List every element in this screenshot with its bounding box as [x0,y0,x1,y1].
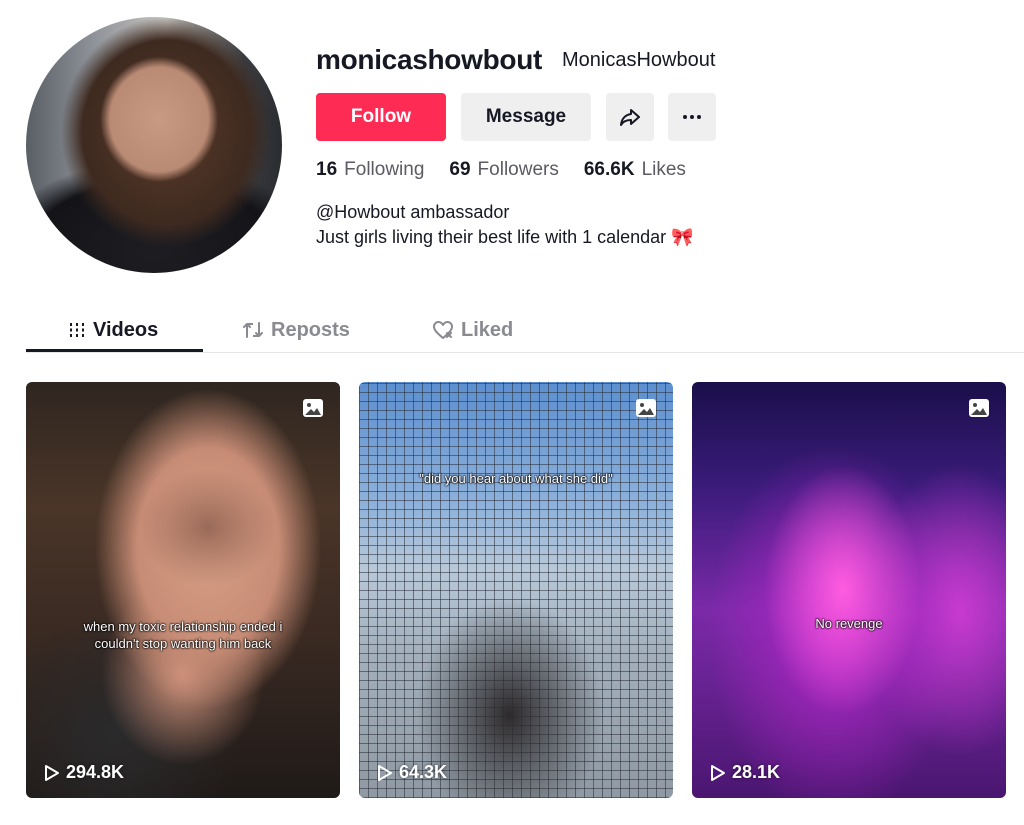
bio-line: @Howbout ambassador [316,202,510,222]
tab-label: Videos [93,318,159,341]
photo-icon [969,399,989,417]
tab-label: Liked [461,318,514,341]
view-count-value: 64.3K [399,762,448,782]
video-card[interactable]: No revenge 28.1K [692,382,1006,798]
likes-count: 66.6K [583,159,635,180]
followers-stat[interactable]: 69 Followers [449,157,558,183]
profile-avatar[interactable] [26,17,282,273]
video-card[interactable]: when my toxic relationship ended i could… [26,382,340,798]
followers-label: Followers [477,159,559,180]
message-button[interactable]: Message [461,93,591,141]
tab-liked[interactable]: Liked [432,310,513,350]
tab-videos[interactable]: Videos [68,310,158,350]
play-icon [711,764,725,781]
share-button[interactable] [606,93,654,141]
tab-label: Reposts [271,318,350,341]
video-caption: No revenge [815,616,883,631]
repost-icon [243,322,263,338]
play-icon [378,764,392,781]
follow-button[interactable]: Follow [316,93,446,141]
profile-tabs: Videos Reposts Liked [26,310,1024,352]
following-label: Following [344,159,425,180]
likes-stat: 66.6K Likes [584,157,686,183]
tabs-divider [26,352,1024,353]
view-count: 294.8K [44,762,124,783]
profile-nickname: MonicasHowbout [562,49,716,71]
grid-icon [70,323,84,337]
more-options-button[interactable] [668,93,716,141]
following-count: 16 [316,159,338,180]
bio-line: Just girls living their best life with 1… [316,227,694,247]
view-count: 28.1K [710,762,780,783]
tab-reposts[interactable]: Reposts [242,310,350,350]
video-caption: when my toxic relationship ended i could… [83,619,283,651]
photo-icon [303,399,323,417]
video-caption: "did you hear about what she did" [419,471,613,486]
view-count: 64.3K [377,762,447,783]
following-stat[interactable]: 16 Following [316,157,424,183]
play-icon [45,764,59,781]
view-count-value: 28.1K [732,762,781,782]
profile-stats: 16 Following 69 Followers 66.6K Likes [316,157,686,183]
share-icon [620,109,640,126]
profile-username: monicashowbout [316,44,543,75]
photo-icon [636,399,656,417]
view-count-value: 294.8K [66,762,125,782]
more-icon [683,115,701,119]
followers-count: 69 [449,159,471,180]
heart-icon [433,321,453,339]
profile-bio: @Howbout ambassador Just girls living th… [316,200,694,250]
video-card[interactable]: "did you hear about what she did" 64.3K [359,382,673,798]
likes-label: Likes [641,159,686,180]
